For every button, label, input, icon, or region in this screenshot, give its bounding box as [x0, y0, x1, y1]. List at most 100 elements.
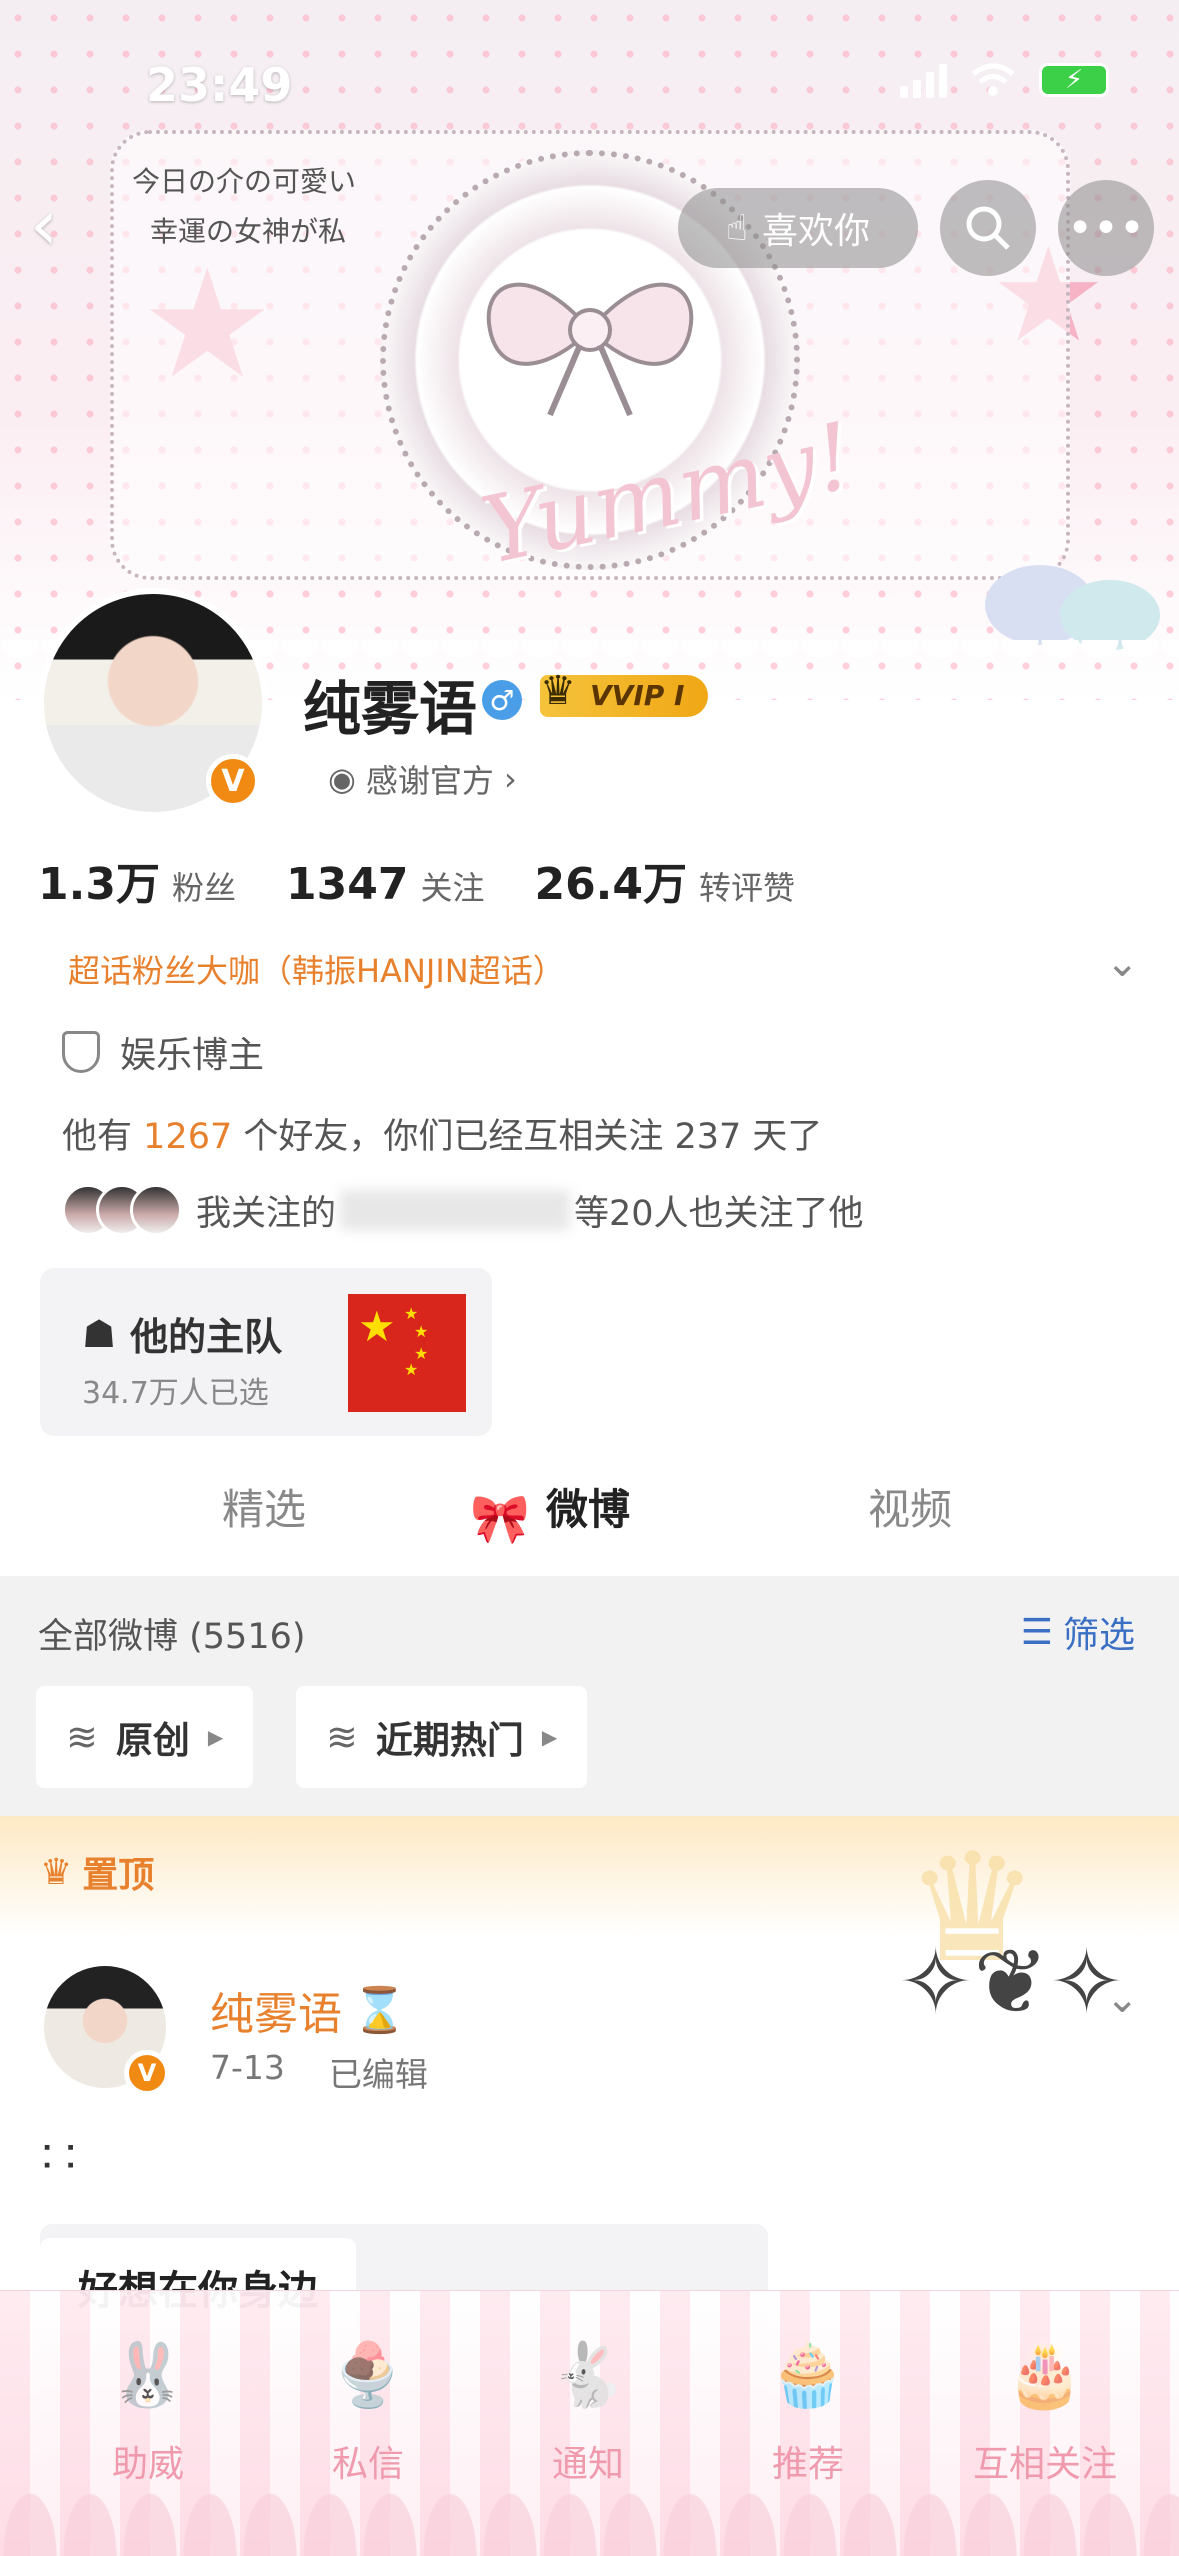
all-posts-count: 全部微博 (5516): [38, 1617, 306, 1657]
cake-icon: 🎂: [1006, 2338, 1084, 2411]
chevron-right-icon: ›: [503, 760, 517, 798]
verified-v-icon: V: [206, 754, 260, 808]
nav-mutual[interactable]: 🎂 互相关注: [950, 2335, 1140, 2487]
blurred-name: [340, 1190, 571, 1230]
caret-right-icon: ▶: [541, 1725, 558, 1749]
filter-button[interactable]: ☰ 筛选: [1021, 1606, 1135, 1658]
post-menu-chevron-icon[interactable]: ⌄: [1105, 1976, 1139, 2022]
verified-v-icon: V: [124, 2050, 170, 2096]
banner-caption: 幸運の女神が私: [150, 215, 347, 248]
bottom-nav: 🐰 助威 🍨 私信 🐇 通知 🧁 推荐 🎂 互相关注: [0, 2290, 1179, 2556]
nav-recommend[interactable]: 🧁 推荐: [728, 2335, 888, 2487]
shield-icon: [62, 1031, 100, 1073]
mutual-prefix: 我关注的: [196, 1193, 337, 1234]
layers-icon: ≋: [66, 1715, 98, 1759]
mini-avatar: [130, 1184, 182, 1236]
nav-cheer[interactable]: 🐰 助威: [68, 2335, 228, 2487]
home-team-card[interactable]: ☗ 他的主队 34.7万人已选 ★ ★ ★ ★ ★: [40, 1268, 492, 1436]
fans-stat[interactable]: 1.3万 粉丝: [38, 848, 236, 912]
category-row: 娱乐博主: [62, 1026, 264, 1078]
bow-border-decoration: [0, 2486, 1179, 2556]
bunny-icon: 🐰: [109, 2338, 187, 2411]
friends-info: 他有 1267 个好友，你们已经互相关注 237 天了: [62, 1108, 822, 1159]
category-label: 娱乐博主: [120, 1035, 265, 1076]
feed-filter-area: 全部微博 (5516) ☰ 筛选 ≋ 原创 ▶ ≋ 近期热门 ▶: [0, 1576, 1179, 1816]
bow-decoration: [486, 282, 694, 417]
chip-label: 原创: [115, 1719, 190, 1762]
fans-label: 粉丝: [171, 869, 236, 907]
crown-icon: ♛: [40, 1851, 73, 1893]
likes-count: 26.4万: [534, 859, 688, 910]
mutual-follow-row[interactable]: 我关注的 等20人也关注了他: [62, 1184, 864, 1236]
cupcake-icon: 🧁: [769, 2338, 847, 2411]
original-chip[interactable]: ≋ 原创 ▶: [36, 1686, 254, 1788]
super-fan-badge[interactable]: 超话粉丝大咖（韩振HANJIN超话）: [68, 946, 565, 992]
tab-featured[interactable]: 精选: [222, 1476, 306, 1537]
fans-count: 1.3万: [38, 859, 160, 910]
hourglass-icon: ⌛: [352, 1985, 407, 2036]
status-time: 23:49: [146, 58, 293, 112]
nav-label: 互相关注: [972, 2444, 1117, 2485]
mutual-suffix: 等20人也关注了他: [574, 1193, 864, 1234]
weibo-icon: ◉: [328, 760, 356, 798]
post-date: 7-13: [210, 2048, 285, 2087]
likes-label: 转评赞: [699, 869, 796, 907]
status-icons: ⚡: [900, 62, 1109, 98]
nav-label: 助威: [111, 2444, 184, 2485]
nav-messages[interactable]: 🍨 私信: [288, 2335, 448, 2487]
crown-icon: ♛: [540, 668, 576, 714]
sundae-icon: 🍨: [329, 2338, 407, 2411]
likes-stat[interactable]: 26.4万 转评赞: [534, 848, 795, 912]
post-meta: 7-13 已编辑: [210, 2048, 428, 2096]
friends-prefix: 他有: [62, 1117, 133, 1157]
back-button[interactable]: ‹: [30, 190, 100, 260]
male-icon: ♂: [482, 680, 522, 720]
recent-hot-chip[interactable]: ≋ 近期热门 ▶: [296, 1686, 588, 1788]
like-button[interactable]: ☝ 喜欢你: [678, 188, 918, 268]
team-title: 他的主队: [130, 1315, 283, 1359]
post-text: ⠅⠅: [40, 2140, 87, 2178]
more-button[interactable]: •••: [1058, 180, 1154, 276]
following-count: 1347: [285, 859, 409, 910]
hand-heart-icon: ☝: [726, 207, 748, 249]
tab-video[interactable]: 视频: [868, 1476, 952, 1537]
filter-icon: ☰: [1020, 1611, 1053, 1653]
post-edited: 已编辑: [328, 2055, 428, 2094]
nav-label: 推荐: [771, 2444, 844, 2485]
signal-icon: [900, 62, 947, 98]
china-flag-icon: ★ ★ ★ ★ ★: [348, 1294, 466, 1412]
chip-label: 近期热门: [375, 1719, 524, 1762]
thanks-official-link[interactable]: ◉ 感谢官方 ›: [328, 756, 517, 802]
friends-count[interactable]: 1267: [143, 1117, 232, 1157]
pinned-text: 置顶: [82, 1855, 155, 1896]
layers-icon: ≋: [326, 1715, 358, 1759]
bunny-icon: 🐇: [549, 2338, 627, 2411]
bow-icon: 🎀: [470, 1491, 530, 1547]
post-author-row[interactable]: 纯雾语 ⌛: [210, 1978, 407, 2042]
banner-caption: 今日の介の可愛い: [132, 165, 357, 198]
more-icon: •••: [1067, 202, 1145, 254]
friends-suffix: 个好友，你们已经互相关注 237 天了: [243, 1117, 823, 1157]
medal-icon: ☗: [82, 1311, 117, 1356]
butterfly-decoration: ✧❦✧: [898, 1930, 1125, 2035]
nav-notifications[interactable]: 🐇 通知: [508, 2335, 668, 2487]
following-label: 关注: [420, 869, 485, 907]
chevron-down-icon[interactable]: ⌄: [1105, 940, 1139, 986]
search-button[interactable]: [940, 180, 1036, 276]
tab-weibo[interactable]: 微博: [546, 1476, 630, 1537]
caret-right-icon: ▶: [207, 1725, 224, 1749]
profile-name: 纯雾语: [303, 675, 478, 743]
following-stat[interactable]: 1347 关注: [286, 859, 484, 910]
pinned-label: ♛ 置顶: [40, 1846, 154, 1898]
profile-stats: 1.3万 粉丝 1347 关注 26.4万 转评赞: [38, 848, 845, 912]
nav-label: 通知: [551, 2444, 624, 2485]
profile-tabs: 精选 微博 视频: [0, 1476, 1179, 1576]
nav-label: 私信: [331, 2444, 404, 2485]
wifi-icon: [971, 63, 1015, 96]
thanks-label: 感谢官方: [365, 762, 494, 800]
like-label: 喜欢你: [761, 211, 870, 252]
search-icon: [966, 206, 1010, 250]
filter-label: 筛选: [1062, 1615, 1135, 1656]
post-author-name: 纯雾语: [210, 1989, 342, 2040]
team-title-row: ☗ 他的主队: [82, 1306, 282, 1361]
